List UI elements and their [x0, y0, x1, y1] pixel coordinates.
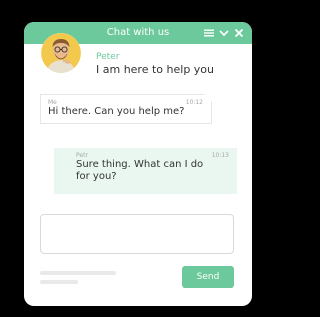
- message-incoming: Me 10:12 Hi there. Can you help me?: [40, 94, 212, 124]
- message-outgoing: Petr 10:13 Sure thing. What can I do for…: [54, 148, 237, 194]
- message-sender: Petr: [76, 152, 88, 159]
- close-icon[interactable]: [234, 28, 244, 38]
- bubble-fold: [204, 94, 212, 102]
- send-button[interactable]: Send: [182, 266, 234, 288]
- minimize-icon[interactable]: [219, 28, 229, 38]
- typing-indicator-line: [40, 271, 116, 275]
- agent-name: Peter: [96, 52, 120, 62]
- window-controls: [204, 27, 244, 39]
- message-input[interactable]: [40, 214, 234, 254]
- agent-portrait-icon: [41, 33, 81, 73]
- chat-widget: Chat with us Peter I am here to help you…: [24, 22, 252, 306]
- message-time: 10:13: [211, 152, 229, 159]
- agent-status: I am here to help you: [96, 63, 215, 76]
- message-time: 10:12: [185, 99, 203, 106]
- message-text: Hi there. Can you help me?: [48, 106, 185, 117]
- message-sender: Me: [48, 99, 57, 106]
- typing-indicator-line: [40, 280, 78, 284]
- avatar: [41, 33, 81, 73]
- message-text: Sure thing. What can I do for you?: [76, 159, 204, 182]
- menu-icon[interactable]: [204, 28, 214, 38]
